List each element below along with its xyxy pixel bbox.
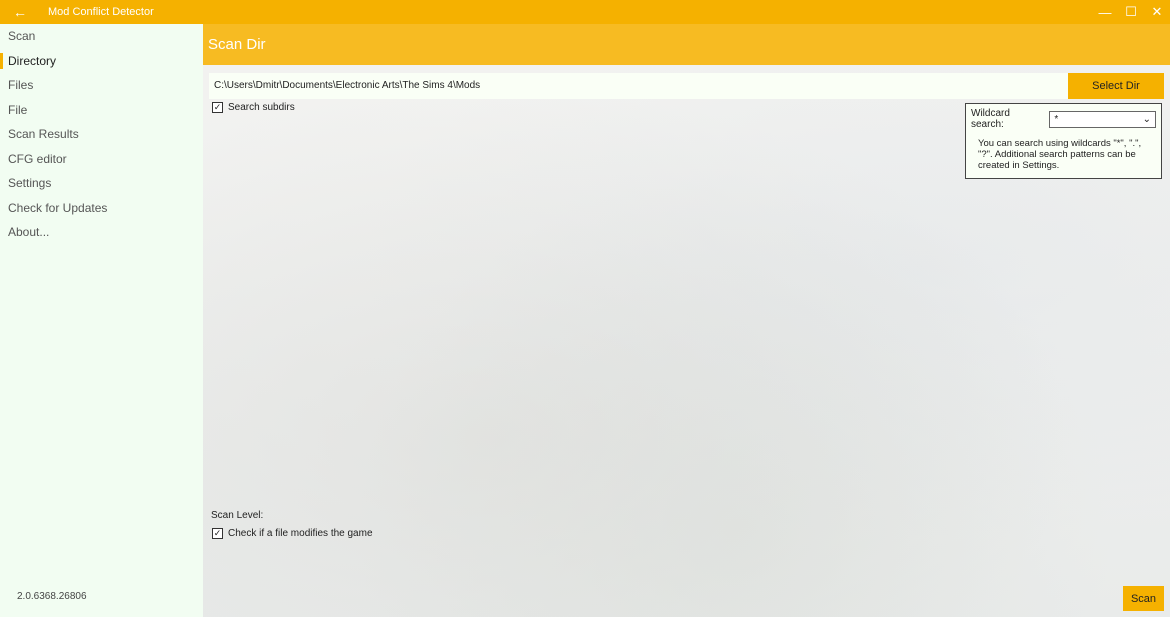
scan-level-label: Scan Level:	[211, 510, 264, 521]
select-dir-button[interactable]: Select Dir	[1068, 73, 1164, 99]
close-icon[interactable]: ✕	[1144, 0, 1170, 24]
page-title: Scan Dir	[203, 24, 1170, 65]
sidebar-item-settings[interactable]: Settings	[0, 171, 203, 196]
scan-button[interactable]: Scan	[1123, 586, 1164, 611]
app-title: Mod Conflict Detector	[48, 6, 154, 18]
search-subdirs-option[interactable]: ✓ Search subdirs	[212, 102, 295, 113]
directory-row: C:\Users\Dmitr\Documents\Electronic Arts…	[209, 73, 1164, 99]
main-content: Scan Dir C:\Users\Dmitr\Documents\Electr…	[203, 24, 1170, 617]
sidebar-item-check-for-updates[interactable]: Check for Updates	[0, 196, 203, 221]
sidebar-item-scan[interactable]: Scan	[0, 24, 203, 49]
wildcard-selected-value: *	[1054, 113, 1059, 125]
modifies-game-option[interactable]: ✓ Check if a file modifies the game	[212, 528, 373, 539]
wildcard-search-panel: Wildcard search: * ⌄ You can search usin…	[965, 103, 1162, 179]
sidebar-item-about[interactable]: About...	[0, 220, 203, 245]
maximize-icon[interactable]: ☐	[1118, 0, 1144, 24]
sidebar-item-files[interactable]: Files	[0, 73, 203, 98]
sidebar: Scan Directory Files File Scan Results C…	[0, 24, 203, 617]
modifies-game-label: Check if a file modifies the game	[228, 528, 373, 539]
chevron-down-icon: ⌄	[1142, 113, 1151, 125]
back-arrow-icon[interactable]: ←	[0, 0, 40, 24]
minimize-icon[interactable]: —	[1092, 0, 1118, 24]
title-bar: ← Mod Conflict Detector — ☐ ✕	[0, 0, 1170, 24]
window-controls: — ☐ ✕	[1092, 0, 1170, 24]
modifies-game-checkbox[interactable]: ✓	[212, 528, 223, 539]
wildcard-search-label: Wildcard search:	[971, 108, 1010, 130]
version-label: 2.0.6368.26806	[17, 591, 87, 602]
wildcard-search-select[interactable]: * ⌄	[1049, 110, 1156, 128]
search-subdirs-label: Search subdirs	[228, 102, 295, 113]
search-subdirs-checkbox[interactable]: ✓	[212, 102, 223, 113]
sidebar-item-directory[interactable]: Directory	[0, 49, 203, 74]
sidebar-item-file[interactable]: File	[0, 98, 203, 123]
sidebar-item-cfg-editor[interactable]: CFG editor	[0, 147, 203, 172]
directory-path-field[interactable]: C:\Users\Dmitr\Documents\Electronic Arts…	[209, 73, 1068, 99]
sidebar-item-scan-results[interactable]: Scan Results	[0, 122, 203, 147]
wildcard-help-text: You can search using wildcards "*", ".",…	[978, 138, 1142, 171]
